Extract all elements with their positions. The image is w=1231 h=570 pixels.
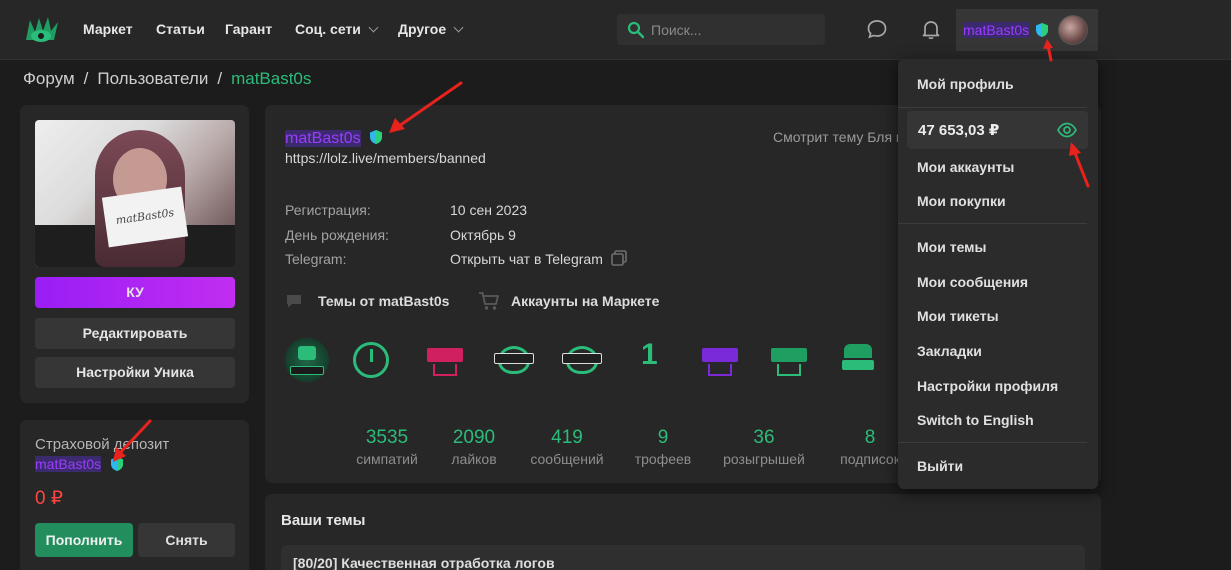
nav-other-label: Другое bbox=[398, 21, 447, 37]
nav-other-dropdown[interactable]: Другое bbox=[398, 21, 464, 37]
menu-switch-language[interactable]: Switch to English bbox=[917, 412, 1034, 428]
menu-my-themes[interactable]: Мои темы bbox=[917, 239, 986, 255]
profile-url[interactable]: https://lolz.live/members/banned bbox=[285, 150, 486, 166]
deposit-amount: 0 ₽ bbox=[35, 488, 63, 509]
profile-avatar[interactable]: matBast0s bbox=[35, 120, 235, 267]
cart-icon bbox=[479, 292, 499, 310]
message-icon bbox=[287, 295, 301, 308]
menu-my-tickets[interactable]: Мои тикеты bbox=[917, 308, 999, 324]
verified-shield-icon bbox=[1036, 23, 1048, 37]
chat-icon[interactable] bbox=[866, 18, 888, 40]
stat-likes-label: лайков bbox=[451, 451, 497, 467]
top-navbar: Маркет Статьи Гарант Соц. сети Другое ma… bbox=[0, 0, 1231, 60]
search-box[interactable] bbox=[617, 14, 825, 45]
bell-icon[interactable] bbox=[920, 18, 942, 40]
stat-likes-value: 2090 bbox=[452, 427, 496, 448]
trophy-likes-1000-icon[interactable] bbox=[285, 338, 329, 382]
topup-button[interactable]: Пополнить bbox=[35, 523, 133, 557]
user-menu-toggle[interactable]: matBast0s bbox=[956, 9, 1098, 51]
deposit-title: Страховой депозит bbox=[35, 436, 170, 453]
menu-divider bbox=[898, 107, 1087, 108]
info-value-registration: 10 сен 2023 bbox=[450, 202, 528, 218]
trophy-market-icon[interactable] bbox=[767, 338, 811, 382]
breadcrumb-current[interactable]: matBast0s bbox=[231, 69, 311, 88]
search-icon bbox=[627, 21, 645, 39]
nav-articles[interactable]: Статьи bbox=[156, 21, 205, 37]
profile-sidebar-card: matBast0s КУ Редактировать Настройки Уни… bbox=[20, 105, 249, 403]
profile-username[interactable]: matBast0s bbox=[285, 127, 383, 148]
stat-sympathies-label: симпатий bbox=[356, 451, 418, 467]
eye-icon[interactable] bbox=[1057, 122, 1077, 138]
stat-messages-label: сообщений bbox=[530, 451, 604, 467]
stat-messages-value: 419 bbox=[551, 427, 583, 448]
user-dropdown-menu: Мой профиль 47 653,03 ₽ Мои аккаунты Мои… bbox=[898, 59, 1098, 489]
info-label-telegram: Telegram: bbox=[285, 251, 347, 267]
deposit-username[interactable]: matBast0s bbox=[35, 453, 124, 472]
nav-market[interactable]: Маркет bbox=[83, 21, 133, 37]
stat-trophies-value: 9 bbox=[657, 427, 669, 448]
nav-social-dropdown[interactable]: Соц. сети bbox=[295, 21, 379, 37]
copy-icon[interactable] bbox=[610, 249, 628, 267]
verified-shield-icon bbox=[111, 457, 124, 471]
menu-bookmarks[interactable]: Закладки bbox=[917, 343, 982, 359]
unique-settings-button[interactable]: Настройки Уника bbox=[35, 357, 235, 388]
breadcrumb: Форум / Пользователи / matBast0s bbox=[23, 69, 311, 89]
menu-balance[interactable]: 47 653,03 ₽ bbox=[907, 111, 1088, 149]
trophy-2500-icon[interactable] bbox=[492, 338, 536, 382]
menu-my-purchases[interactable]: Мои покупки bbox=[917, 193, 1006, 209]
trophy-active-icon[interactable] bbox=[353, 342, 389, 378]
breadcrumb-separator: / bbox=[83, 69, 89, 88]
menu-divider bbox=[898, 223, 1087, 224]
edit-profile-button[interactable]: Редактировать bbox=[35, 318, 235, 349]
user-themes-link[interactable]: Темы от matBast0s bbox=[318, 293, 449, 309]
breadcrumb-users[interactable]: Пользователи bbox=[97, 69, 208, 88]
info-label-registration: Регистрация: bbox=[285, 202, 371, 218]
trophy-sales-icon[interactable] bbox=[423, 338, 467, 382]
stat-trophies-label: трофеев bbox=[634, 451, 692, 467]
nav-username: matBast0s bbox=[963, 22, 1030, 38]
your-themes-title: Ваши темы bbox=[281, 512, 366, 529]
stat-giveaways-value: 36 bbox=[753, 427, 775, 448]
info-value-birthday: Октябрь 9 bbox=[450, 227, 516, 243]
theme-row-title: [80/20] Качественная отработка логов bbox=[293, 555, 555, 570]
your-themes-card: Ваши темы [80/20] Качественная отработка… bbox=[265, 494, 1101, 570]
avatar bbox=[1058, 15, 1088, 45]
withdraw-button[interactable]: Снять bbox=[138, 523, 235, 557]
trophy-one-year-icon[interactable]: 1 bbox=[629, 338, 673, 382]
nav-social-label: Соц. сети bbox=[295, 21, 361, 37]
chevron-down-icon bbox=[368, 22, 379, 33]
site-logo-icon[interactable] bbox=[24, 14, 60, 46]
menu-my-messages[interactable]: Мои сообщения bbox=[917, 274, 1028, 290]
trophy-birthday-icon[interactable] bbox=[836, 338, 880, 382]
menu-my-accounts[interactable]: Мои аккаунты bbox=[917, 159, 1014, 175]
search-input[interactable] bbox=[651, 14, 819, 45]
deposit-card: Страховой депозит matBast0s 0 ₽ Пополнит… bbox=[20, 420, 249, 570]
menu-divider bbox=[898, 442, 1087, 443]
nav-guarantor[interactable]: Гарант bbox=[225, 21, 272, 37]
verified-shield-icon bbox=[370, 130, 383, 144]
balance-value: 47 653,03 ₽ bbox=[918, 122, 1000, 139]
market-accounts-link[interactable]: Аккаунты на Маркете bbox=[511, 293, 659, 309]
trophy-1000-icon[interactable] bbox=[560, 338, 604, 382]
menu-logout[interactable]: Выйти bbox=[917, 458, 963, 474]
breadcrumb-separator: / bbox=[217, 69, 223, 88]
menu-profile-settings[interactable]: Настройки профиля bbox=[917, 378, 1058, 394]
ku-button[interactable]: КУ bbox=[35, 277, 235, 308]
menu-my-profile[interactable]: Мой профиль bbox=[917, 76, 1014, 92]
stat-sympathies-value: 3535 bbox=[365, 427, 409, 448]
theme-row[interactable]: [80/20] Качественная отработка логов bbox=[281, 545, 1085, 570]
telegram-link[interactable]: Открыть чат в Telegram bbox=[450, 251, 603, 267]
breadcrumb-forum[interactable]: Форум bbox=[23, 69, 75, 88]
trophy-500-sales-icon[interactable] bbox=[698, 338, 742, 382]
stat-giveaways-label: розыгрышей bbox=[723, 451, 805, 467]
chevron-down-icon bbox=[453, 22, 464, 33]
info-label-birthday: День рождения: bbox=[285, 227, 389, 243]
watching-status[interactable]: Смотрит тему Бля м bbox=[773, 129, 906, 145]
